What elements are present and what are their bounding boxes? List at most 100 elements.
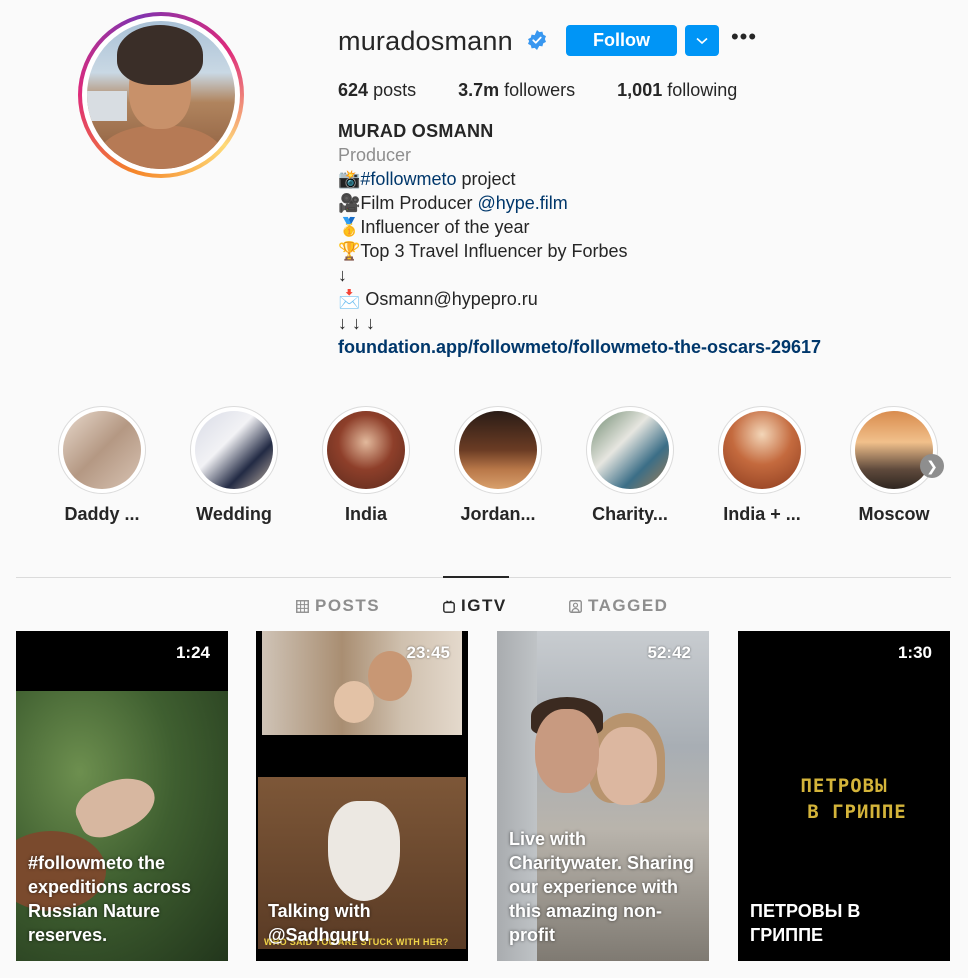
highlight-cover-ring xyxy=(454,406,542,494)
profile-full-name: MURAD OSMANN xyxy=(338,121,494,141)
posts-stat: 624 posts xyxy=(338,80,416,101)
video-duration: 1:30 xyxy=(897,643,932,662)
highlight-cover xyxy=(591,411,669,489)
igtv-video-tile[interactable]: 52:42 Live with Charitywater. Sharing ou… xyxy=(497,631,709,961)
tab-tagged[interactable]: TAGGED xyxy=(569,596,668,616)
highlight-item[interactable]: Charity... xyxy=(575,406,685,525)
avatar[interactable] xyxy=(87,21,235,169)
gold-medal-icon: 🥇 xyxy=(338,217,361,237)
bio-line-influencer: 🥇Influencer of the year xyxy=(338,215,821,239)
thumbnail-face xyxy=(597,727,657,805)
igtv-icon xyxy=(443,599,455,613)
igtv-video-tile[interactable]: WHO SAID YOU ARE STUCK WITH HER? 23:45 T… xyxy=(256,631,468,961)
igtv-video-tile[interactable]: 1:24 #followmeto the expeditions across … xyxy=(16,631,228,961)
bio-email: Osmann@hypepro.ru xyxy=(360,289,538,309)
poster-title: ПЕТРОВЫ В ГРИППЕ xyxy=(738,773,950,825)
bio-line-producer: 🎥Film Producer @hype.film xyxy=(338,191,821,215)
highlight-cover xyxy=(723,411,801,489)
highlight-label: Moscow xyxy=(858,504,930,524)
poster-title-line: В ГРИППЕ xyxy=(807,801,907,823)
highlight-item[interactable]: Daddy ... xyxy=(47,406,157,525)
chevron-down-icon xyxy=(696,37,708,44)
bio-line-arrows: ↓ ↓ ↓ xyxy=(338,313,376,333)
hashtag-link[interactable]: #followmeto xyxy=(360,169,456,189)
avatar-background-sea xyxy=(87,91,127,121)
grid-icon xyxy=(296,599,309,613)
video-duration: 1:24 xyxy=(175,643,210,662)
highlight-cover xyxy=(855,411,933,489)
highlight-label: India xyxy=(344,504,387,524)
thumbnail-face xyxy=(334,681,374,723)
bio-line-arrow: ↓ xyxy=(338,265,347,285)
followers-label: followers xyxy=(504,80,576,100)
envelope-arrow-icon: 📩 xyxy=(338,289,361,309)
tab-posts[interactable]: POSTS xyxy=(296,596,380,616)
followers-stat[interactable]: 3.7m followers xyxy=(458,80,575,101)
avatar-shoulders xyxy=(99,125,223,169)
highlight-cover xyxy=(63,411,141,489)
video-caption: Live with Charitywater. Sharing our expe… xyxy=(509,829,695,945)
profile-avatar-ring[interactable] xyxy=(78,12,244,178)
follow-button[interactable]: Follow xyxy=(566,25,677,56)
external-website-link[interactable]: foundation.app/followmeto/followmeto-the… xyxy=(338,335,821,359)
video-duration: 23:45 xyxy=(406,643,450,662)
tab-igtv[interactable]: IGTV xyxy=(443,596,507,616)
highlight-label: Charity... xyxy=(592,504,668,524)
trophy-icon: 🏆 xyxy=(338,241,361,261)
bio-text: Film Producer xyxy=(360,193,478,213)
highlight-cover-ring xyxy=(58,406,146,494)
following-stat[interactable]: 1,001 following xyxy=(617,80,737,101)
profile-bio: MURAD OSMANN Producer 📸#followmeto proje… xyxy=(338,119,821,359)
followers-count: 3.7m xyxy=(458,80,500,100)
suggested-accounts-button[interactable] xyxy=(685,25,719,56)
video-caption: Talking with @Sadhguru xyxy=(268,901,371,945)
tab-label: POSTS xyxy=(315,596,381,615)
bio-text: project xyxy=(456,169,516,189)
highlight-item[interactable]: Jordan... xyxy=(443,406,553,525)
more-options-button[interactable]: ••• xyxy=(730,26,758,52)
following-label: following xyxy=(667,80,738,100)
profile-category: Producer xyxy=(338,145,412,165)
tagged-user-icon xyxy=(569,599,582,613)
video-duration: 52:42 xyxy=(647,643,691,662)
thumbnail-beard xyxy=(328,801,400,901)
highlight-cover xyxy=(327,411,405,489)
highlight-item[interactable]: India + ... xyxy=(707,406,817,525)
bio-line-email: 📩 Osmann@hypepro.ru xyxy=(338,287,821,311)
posts-count: 624 xyxy=(338,80,369,100)
bio-text: Top 3 Travel Influencer by Forbes xyxy=(360,241,628,261)
camera-flash-icon: 📸 xyxy=(338,169,361,189)
highlight-cover-ring xyxy=(718,406,806,494)
highlight-label: Daddy ... xyxy=(64,504,140,524)
movie-camera-icon: 🎥 xyxy=(338,193,361,213)
bio-text: Influencer of the year xyxy=(360,217,530,237)
thumbnail-face xyxy=(368,651,412,701)
highlight-item[interactable]: Wedding xyxy=(179,406,289,525)
highlight-cover-ring xyxy=(190,406,278,494)
bio-line-forbes: 🏆Top 3 Travel Influencer by Forbes xyxy=(338,239,821,263)
profile-stats: 624 posts 3.7m followers 1,001 following xyxy=(338,80,779,101)
highlight-cover-ring xyxy=(322,406,410,494)
highlight-cover-ring xyxy=(850,406,938,494)
profile-username: muradosmann xyxy=(338,26,513,56)
following-count: 1,001 xyxy=(617,80,663,100)
highlight-label: Wedding xyxy=(196,504,272,524)
igtv-video-tile[interactable]: ПЕТРОВЫ В ГРИППЕ 1:30 ПЕТРОВЫ В ГРИППЕ xyxy=(738,631,950,961)
highlight-cover xyxy=(195,411,273,489)
highlight-cover xyxy=(459,411,537,489)
chevron-right-icon[interactable]: ❯ xyxy=(920,454,944,478)
video-caption: ПЕТРОВЫ В ГРИППЕ xyxy=(750,901,861,945)
tab-label: TAGGED xyxy=(588,596,669,615)
avatar-border xyxy=(82,16,240,174)
avatar-hair xyxy=(117,25,203,85)
mention-link[interactable]: @hype.film xyxy=(477,193,567,213)
highlight-item[interactable]: India xyxy=(311,406,421,525)
posts-label: posts xyxy=(373,80,417,100)
poster-title-line: ПЕТРОВЫ xyxy=(800,775,888,797)
video-caption: #followmeto the expeditions across Russi… xyxy=(28,853,192,945)
highlight-label: Jordan... xyxy=(460,504,536,524)
highlight-cover-ring xyxy=(586,406,674,494)
thumbnail-face xyxy=(535,709,599,793)
story-highlights: Daddy ... Wedding India Jordan... Charit… xyxy=(0,406,968,536)
active-tab-indicator xyxy=(443,576,509,578)
